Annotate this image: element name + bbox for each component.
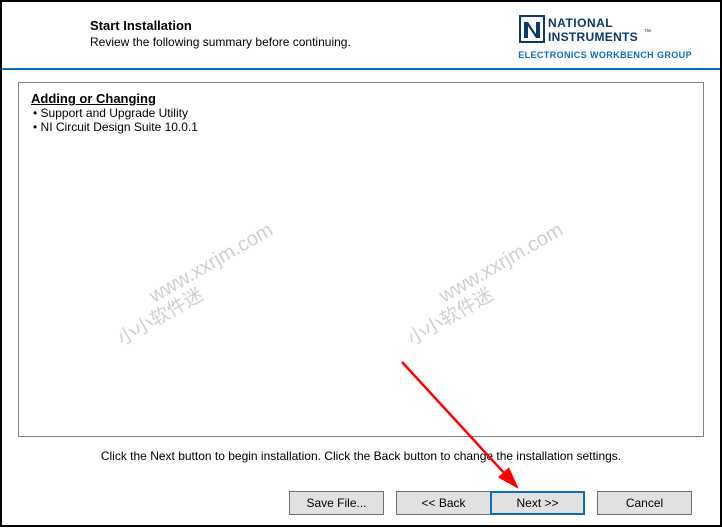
cancel-button[interactable]: Cancel [597,491,692,515]
summary-item-label: NI Circuit Design Suite 10.0.1 [41,120,198,134]
national-instruments-icon: NATIONAL INSTRUMENTS ™ [518,12,658,48]
svg-text:™: ™ [644,29,651,36]
installer-header: Start Installation Review the following … [2,2,720,70]
back-button[interactable]: << Back [396,491,491,515]
brand-logo: NATIONAL INSTRUMENTS ™ ELECTRONICS WORKB… [518,12,692,60]
summary-section-title: Adding or Changing [31,91,691,106]
save-file-button[interactable]: Save File... [289,491,384,515]
summary-item: • Support and Upgrade Utility [33,106,691,120]
header-text-block: Start Installation Review the following … [30,12,351,49]
instruction-text: Click the Next button to begin installat… [2,437,720,463]
svg-text:INSTRUMENTS: INSTRUMENTS [548,30,638,44]
page-title: Start Installation [90,18,351,33]
content-wrap: Adding or Changing • Support and Upgrade… [2,70,720,437]
summary-panel[interactable]: Adding or Changing • Support and Upgrade… [18,82,704,437]
summary-item: • NI Circuit Design Suite 10.0.1 [33,120,691,134]
next-button[interactable]: Next >> [490,491,585,515]
summary-item-label: Support and Upgrade Utility [41,106,188,120]
svg-text:NATIONAL: NATIONAL [548,16,613,30]
wizard-buttons: Save File... << Back Next >> Cancel [289,491,692,515]
page-subtitle: Review the following summary before cont… [90,35,351,49]
brand-tagline: ELECTRONICS WORKBENCH GROUP [518,50,692,60]
nav-button-group: << Back Next >> [396,491,585,515]
